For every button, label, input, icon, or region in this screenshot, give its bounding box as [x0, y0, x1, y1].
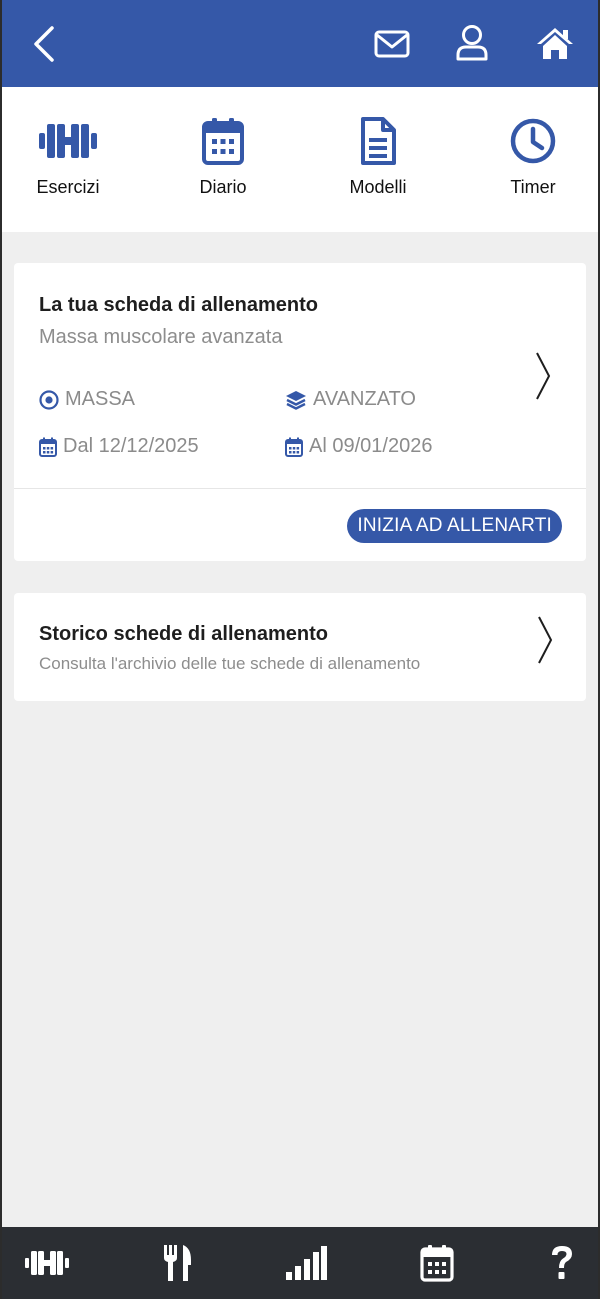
question-icon	[552, 1246, 572, 1279]
plan-level: AVANZATO	[285, 388, 416, 411]
document-icon	[361, 117, 396, 165]
target-icon	[39, 389, 59, 410]
shortcut-esercizi[interactable]: Esercizi	[8, 87, 128, 232]
start-training-button[interactable]: INIZIA AD ALLENARTI	[347, 509, 562, 543]
calendar-icon	[202, 118, 244, 165]
history-title: Storico schede di allenamento	[39, 623, 328, 645]
calendar-icon	[285, 437, 303, 457]
current-plan-card[interactable]: La tua scheda di allenamento Massa musco…	[14, 263, 586, 561]
clock-icon	[510, 118, 556, 164]
bottom-nav	[0, 1227, 600, 1299]
nav-workouts[interactable]	[7, 1227, 87, 1299]
shortcut-bar: Esercizi Diario Modelli Timer	[0, 87, 600, 232]
chevron-left-icon	[34, 26, 54, 62]
envelope-icon	[374, 30, 410, 58]
dumbbell-icon	[25, 1251, 69, 1275]
plan-goal-text: MASSA	[65, 388, 136, 410]
nav-calendar[interactable]	[397, 1227, 477, 1299]
chevron-right-icon[interactable]	[534, 351, 552, 401]
shortcut-label: Modelli	[349, 177, 407, 197]
layers-icon	[286, 390, 306, 410]
plan-goal: MASSA	[39, 388, 135, 411]
chevron-right-icon[interactable]	[536, 615, 554, 665]
plan-end-date-text: Al 09/01/2026	[309, 435, 433, 457]
home-button[interactable]	[532, 20, 578, 66]
home-icon	[537, 28, 573, 59]
app-header	[0, 0, 600, 87]
user-icon	[456, 25, 488, 61]
current-plan-title: La tua scheda di allenamento	[39, 294, 318, 316]
back-button[interactable]	[22, 20, 66, 68]
profile-button[interactable]	[450, 20, 494, 66]
plan-start-date: Dal 12/12/2025	[39, 435, 199, 458]
shortcut-timer[interactable]: Timer	[473, 87, 593, 232]
shortcut-diario[interactable]: Diario	[163, 87, 283, 232]
nav-progress[interactable]	[266, 1227, 346, 1299]
messages-button[interactable]	[370, 22, 414, 66]
plan-start-date-text: Dal 12/12/2025	[63, 435, 199, 457]
history-card[interactable]: Storico schede di allenamento Consulta l…	[14, 593, 586, 701]
card-divider	[14, 488, 586, 489]
calendar-icon	[39, 437, 57, 457]
shortcut-label: Esercizi	[36, 177, 100, 197]
signal-bars-icon	[286, 1246, 327, 1280]
plan-end-date: Al 09/01/2026	[285, 435, 432, 458]
nav-help[interactable]	[522, 1227, 600, 1299]
calendar-icon	[420, 1245, 454, 1282]
current-plan-subtitle: Massa muscolare avanzata	[39, 326, 283, 348]
shortcut-modelli[interactable]: Modelli	[318, 87, 438, 232]
plan-level-text: AVANZATO	[313, 388, 416, 410]
history-subtitle: Consulta l'archivio delle tue schede di …	[39, 654, 421, 673]
nav-nutrition[interactable]	[138, 1227, 218, 1299]
shortcut-label: Timer	[510, 177, 556, 197]
fork-knife-icon	[164, 1245, 191, 1281]
shortcut-label: Diario	[199, 177, 247, 197]
dumbbell-icon	[39, 124, 97, 158]
